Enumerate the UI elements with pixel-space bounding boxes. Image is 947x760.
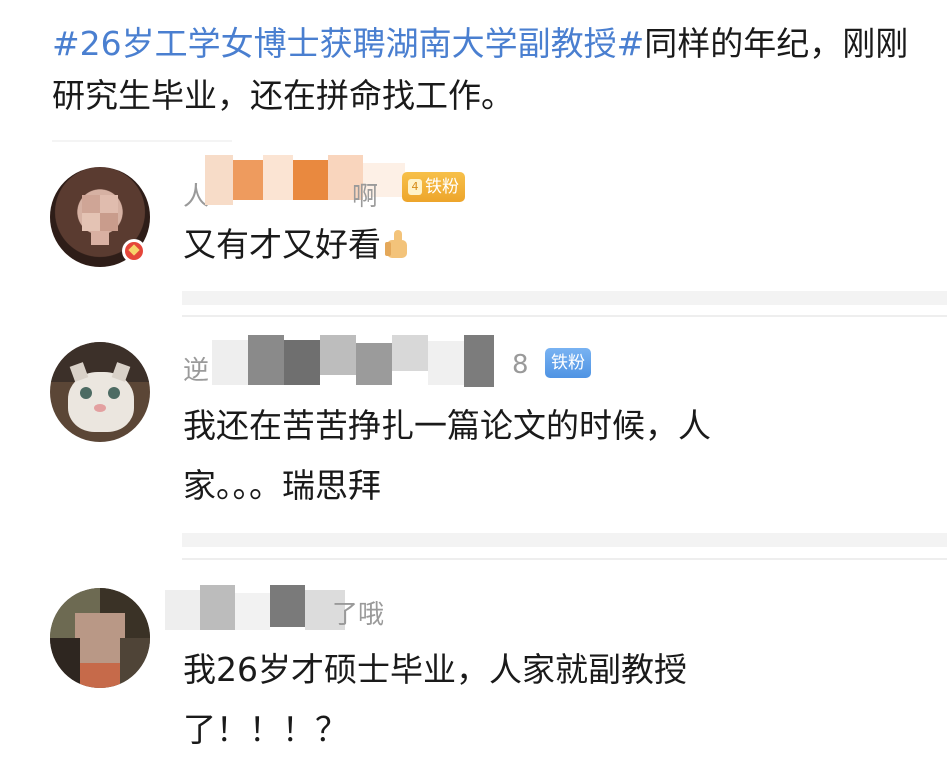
blurred-username bbox=[165, 585, 345, 635]
divider bbox=[182, 533, 947, 547]
divider bbox=[182, 291, 947, 305]
fan-badge: 4 铁粉 bbox=[402, 172, 465, 202]
comment-text: 又有才又好看 bbox=[183, 219, 883, 271]
commenter-name-start[interactable]: 逆 bbox=[183, 350, 209, 387]
fan-badge-label: 铁粉 bbox=[551, 353, 585, 373]
divider bbox=[182, 558, 947, 560]
commenter-name-end[interactable]: 了哦 bbox=[332, 594, 384, 631]
thumbs-up-icon bbox=[383, 228, 411, 260]
fan-level-icon: 4 bbox=[408, 179, 422, 195]
verified-badge-icon bbox=[122, 239, 146, 263]
post-hashtag[interactable]: #26岁工学女博士获聘湖南大学副教授# bbox=[52, 24, 644, 63]
divider bbox=[52, 140, 232, 142]
comment-text: 我26岁才硕士毕业，人家就副教授 了！！！？ bbox=[183, 644, 883, 756]
comment-text-line: 了！！！？ bbox=[183, 710, 348, 749]
blurred-username bbox=[212, 335, 512, 390]
commenter-name-end[interactable]: 8 bbox=[512, 350, 529, 380]
comment-text-line: 我26岁才硕士毕业，人家就副教授 bbox=[183, 650, 687, 689]
avatar[interactable] bbox=[50, 588, 150, 688]
commenter-name-end[interactable]: 啊 bbox=[352, 176, 378, 213]
comment-text: 我还在苦苦挣扎一篇论文的时候，人 家。。。瑞思拜 bbox=[183, 400, 883, 512]
comment-text-line: 我还在苦苦挣扎一篇论文的时候，人 bbox=[183, 406, 711, 445]
comment-text-line: 家。。。瑞思拜 bbox=[183, 466, 381, 505]
comment-text-body: 又有才又好看 bbox=[183, 225, 381, 264]
avatar[interactable] bbox=[50, 342, 150, 442]
fan-badge-label: 铁粉 bbox=[425, 177, 459, 197]
divider bbox=[182, 315, 947, 317]
post-text: #26岁工学女博士获聘湖南大学副教授#同样的年纪，刚刚研究生毕业，还在拼命找工作… bbox=[52, 18, 912, 122]
fan-badge: 铁粉 bbox=[545, 348, 591, 378]
